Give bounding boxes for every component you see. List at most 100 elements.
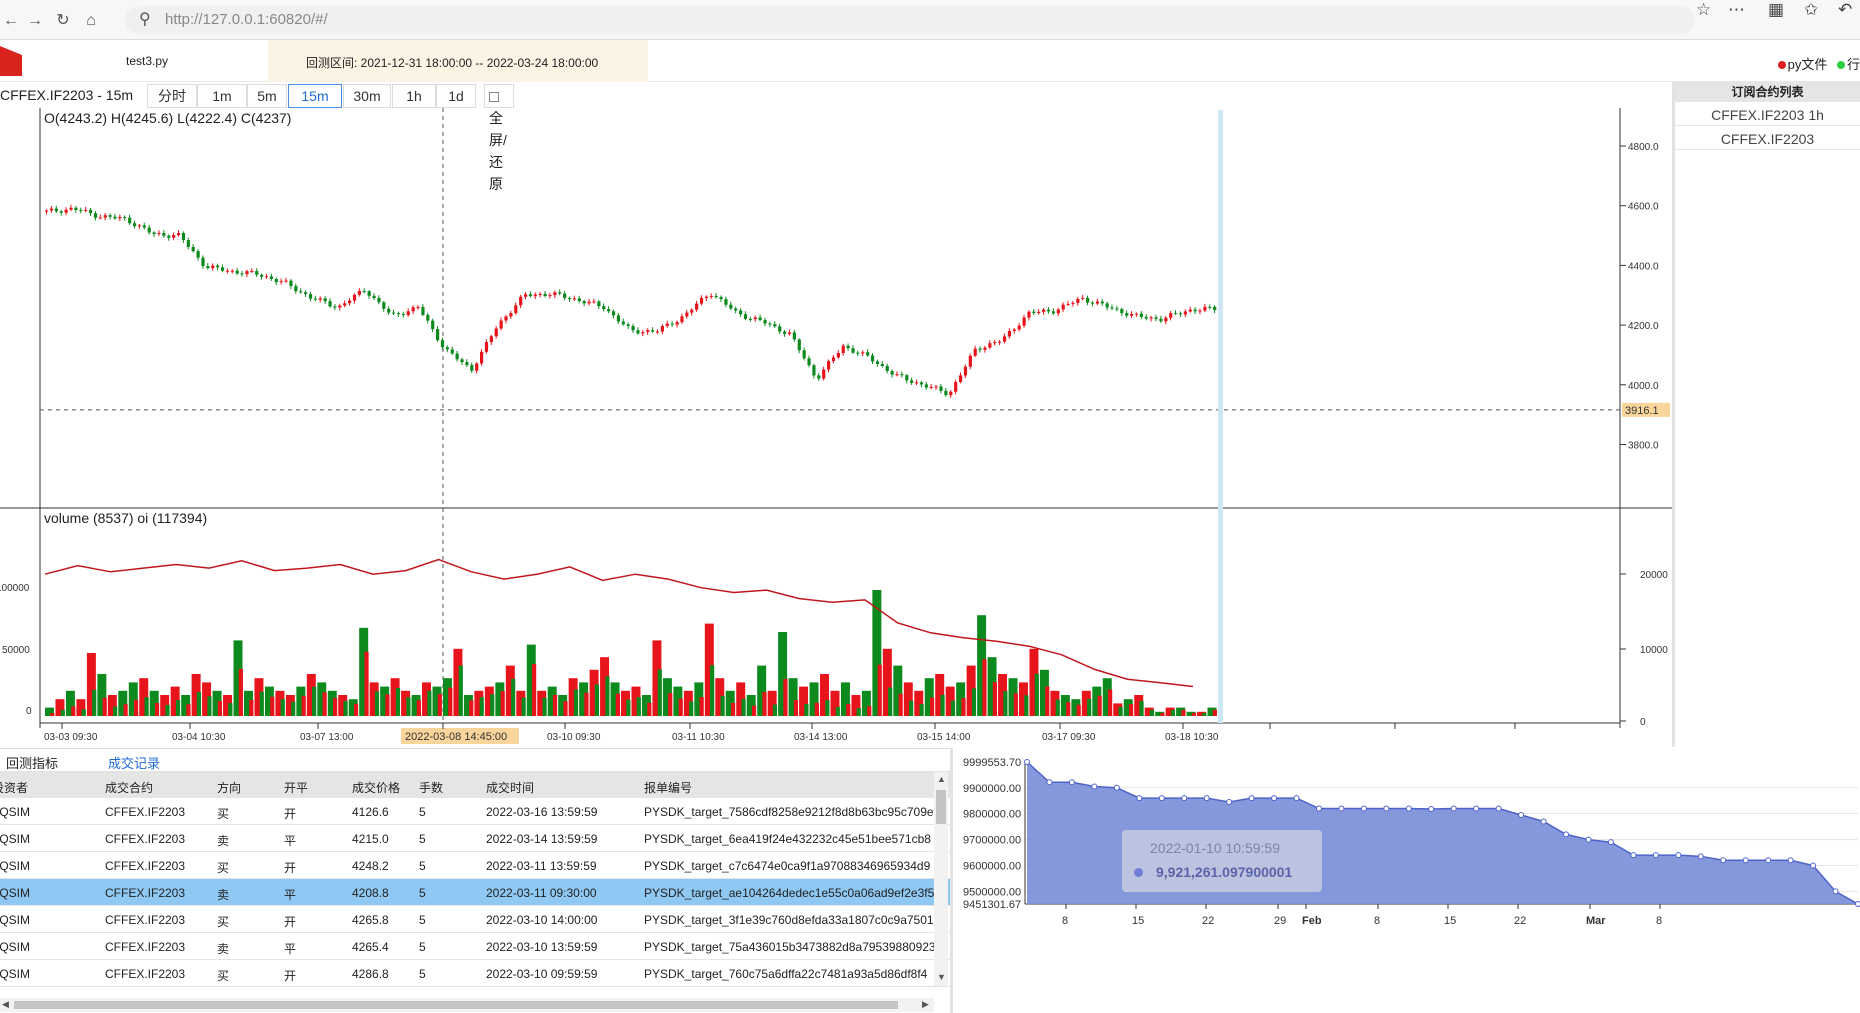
tf-fenshi[interactable]: 分时 [147,84,197,108]
candle [1110,307,1114,309]
candlestick-chart[interactable]: 4800.0 4600.0 4400.0 4200.0 4000.0 3800.0 3916… [0,108,1672,748]
candle [724,299,728,305]
tf-1d[interactable]: 1d [436,84,476,108]
volume-right-tick-label: 20000 [1640,570,1668,581]
volume-bar [1034,673,1039,716]
scroll-thumb[interactable] [936,790,946,824]
volume-bar [312,686,317,716]
volume-bar [60,709,65,716]
candle [45,210,49,212]
x-tick-label: 03-15 14:00 [917,732,971,743]
reload-icon[interactable]: ↻ [52,10,74,32]
candle [1213,306,1217,311]
candle [123,217,127,219]
more-icon[interactable]: ⋯ [1728,0,1745,20]
subscription-item-15m[interactable]: CFFEX.IF2203 [1675,128,1860,150]
candle [1002,336,1007,342]
subscription-item-1h[interactable]: CFFEX.IF2203 1h [1675,104,1860,126]
scroll-left-icon[interactable]: ◀ [2,999,9,1010]
back-icon[interactable]: ← [0,10,22,32]
tf-1h[interactable]: 1h [392,84,436,108]
equity-point [1742,857,1749,864]
candle [211,265,215,269]
candle [592,301,596,303]
candle [343,303,347,306]
table-row[interactable]: TQSIM CFFEX.IF2203 卖 平 4215.0 5 2022-03-14 13:… [0,825,950,852]
volume-bar [385,694,390,716]
forward-icon[interactable]: → [24,10,46,32]
table-cell: 5 [419,967,426,981]
candle [108,215,112,217]
star-icon[interactable]: ☆ [1696,0,1711,20]
candle [978,348,982,350]
volume-bar [1003,691,1008,716]
tf-15m[interactable]: 15m [288,84,342,108]
volume-bar [343,700,348,716]
candle [445,347,449,350]
volume-left-tick-label: 0 [26,706,32,717]
favorites-icon[interactable]: ✩ [1804,0,1818,20]
table-row[interactable]: TQSIM CFFEX.IF2203 卖 平 4265.4 5 2022-03-10 13:… [0,933,950,960]
x-tick-label: 03-04 10:30 [172,732,226,743]
table-cell: 4286.8 [352,967,389,981]
candle [128,217,132,224]
candle [880,364,884,366]
candle [1115,308,1119,310]
equity-chart[interactable]: 9999553.70 9900000.00 9800000.00 9700000.00… [953,748,1860,1013]
candle [1086,297,1090,303]
volume-bar [81,709,86,716]
candle [646,330,650,333]
candle [631,326,635,331]
volume-label: volume (8537) oi (117394) [44,510,208,526]
candle [866,352,870,356]
volume-bar [50,713,55,716]
candle [172,235,176,238]
scroll-up-icon[interactable]: ▲ [937,774,946,784]
candle [934,386,938,388]
table-cell: 卖 [217,888,230,902]
volume-bar [647,702,652,716]
candle [64,209,68,213]
file-name: test3.py [126,54,169,68]
horizontal-scrollbar[interactable]: ◀ ▶ [0,998,934,1012]
table-row[interactable]: TQSIM CFFEX.IF2203 卖 平 4208.8 5 2022-03-11 09:… [0,879,950,906]
address-bar[interactable]: ⚲ http://127.0.0.1:60820/#/ [125,6,1695,34]
volume-bar [416,700,421,716]
table-header: 投资者 成交合约 方向 开平 成交价格 手数 成交时间 报单编号 [0,772,950,798]
volume-bar [322,692,327,716]
home-icon[interactable]: ⌂ [80,10,102,32]
fullscreen-toggle[interactable]: 全屏/还原 [484,84,514,192]
candle [641,332,645,334]
candle [225,270,230,272]
volume-bar [1139,700,1144,716]
candle [333,306,337,308]
volume-bar [699,697,704,716]
scroll-down-icon[interactable]: ▼ [937,972,946,982]
volume-bar [1045,686,1050,716]
candle [450,349,454,354]
table-cell: PYSDK_target_3f1e39c760d8efda33a1807c0c9… [644,913,934,927]
table-row[interactable]: TQSIM CFFEX.IF2203 买 开 4265.8 5 2022-03-10 14:… [0,906,950,933]
candle [680,316,684,323]
equity-point [1810,862,1817,869]
candle [1051,311,1056,314]
volume-bar [490,694,495,716]
tf-30m[interactable]: 30m [343,84,391,108]
candle [558,292,562,294]
grid-icon[interactable]: ▦ [1768,0,1784,20]
candle [1130,313,1134,316]
tf-5m[interactable]: 5m [247,84,287,108]
undo-icon[interactable]: ↶ [1838,0,1852,20]
tf-1m[interactable]: 1m [197,84,247,108]
table-row[interactable]: TQSIM CFFEX.IF2203 买 开 4248.2 5 2022-03-11 13:… [0,852,950,879]
vertical-scrollbar[interactable]: ▲ ▼ [934,772,948,986]
scroll-right-icon[interactable]: ▶ [922,999,929,1010]
volume-bar [500,691,505,716]
y-tick-label: 4200.0 [1628,321,1659,332]
table-row[interactable]: TQSIM CFFEX.IF2203 买 开 4126.6 5 2022-03-16 13:… [0,798,950,825]
candle [1066,303,1070,305]
scroll-thumb-h[interactable] [14,1001,898,1009]
volume-bar [867,706,872,716]
table-row[interactable]: TQSIM CFFEX.IF2203 买 开 4286.8 5 2022-03-10 09:… [0,960,950,987]
volume-bar [207,696,212,716]
